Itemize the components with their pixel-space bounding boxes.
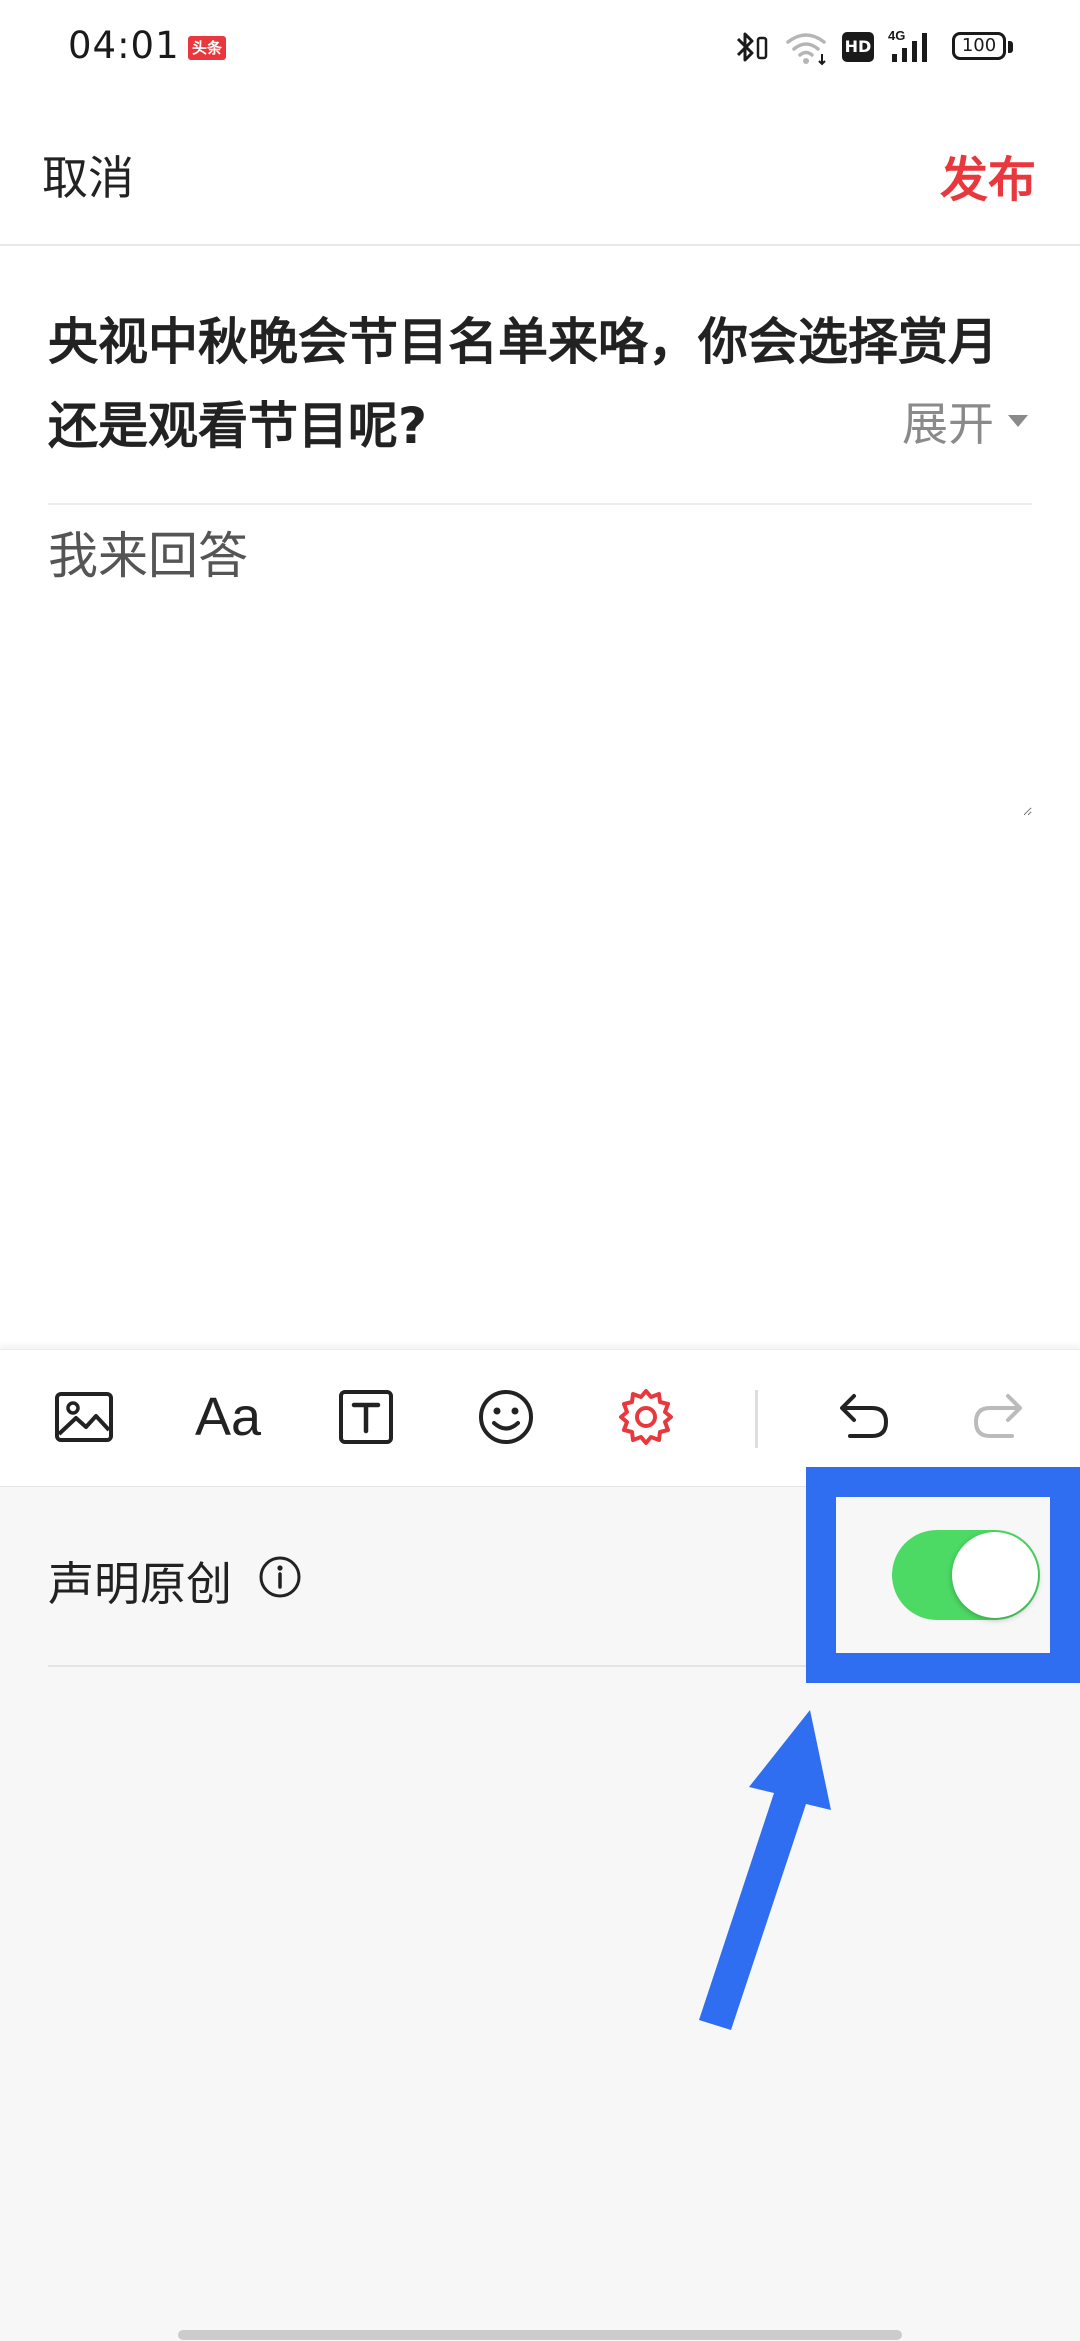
- undo-icon[interactable]: [832, 1385, 896, 1449]
- info-icon[interactable]: [258, 1555, 302, 1603]
- text-box-icon[interactable]: [334, 1385, 398, 1449]
- battery-icon: 100: [952, 32, 1006, 60]
- status-bar: 04:01 头条 HD 4G 100: [0, 0, 1080, 96]
- emoji-icon[interactable]: [474, 1385, 538, 1449]
- annotation-arrow-icon: [680, 1700, 860, 2044]
- toutiao-badge: 头条: [188, 36, 226, 60]
- question-divider: [48, 503, 1032, 505]
- expand-label: 展开: [902, 397, 994, 451]
- caret-down-icon: [1008, 415, 1028, 427]
- cancel-button[interactable]: 取消: [42, 142, 134, 208]
- toolbar-divider: [755, 1390, 758, 1448]
- signal-icon: 4G: [888, 28, 946, 70]
- status-time: 04:01: [68, 24, 180, 67]
- svg-text:4G: 4G: [888, 28, 905, 43]
- redo-icon[interactable]: [966, 1385, 1030, 1449]
- wifi-icon: [784, 30, 830, 70]
- font-label: Aa: [194, 1387, 262, 1447]
- header-divider: [0, 244, 1080, 246]
- image-icon[interactable]: [52, 1385, 116, 1449]
- question-title: 央视中秋晚会节目名单来咯，你会选择赏月还是观看节目呢?: [48, 313, 998, 455]
- declare-original-label: 声明原创: [48, 1557, 232, 1611]
- expand-button[interactable]: 展开: [902, 388, 1028, 454]
- highlight-box: [806, 1467, 1080, 1683]
- settings-icon[interactable]: [614, 1385, 678, 1449]
- publish-button[interactable]: 发布: [940, 140, 1036, 210]
- answer-input[interactable]: [48, 516, 1032, 816]
- battery-tip: [1008, 41, 1013, 53]
- bluetooth-icon: [732, 30, 772, 70]
- font-icon[interactable]: Aa: [192, 1385, 264, 1449]
- hd-badge: HD: [842, 32, 874, 62]
- home-indicator: [178, 2330, 902, 2340]
